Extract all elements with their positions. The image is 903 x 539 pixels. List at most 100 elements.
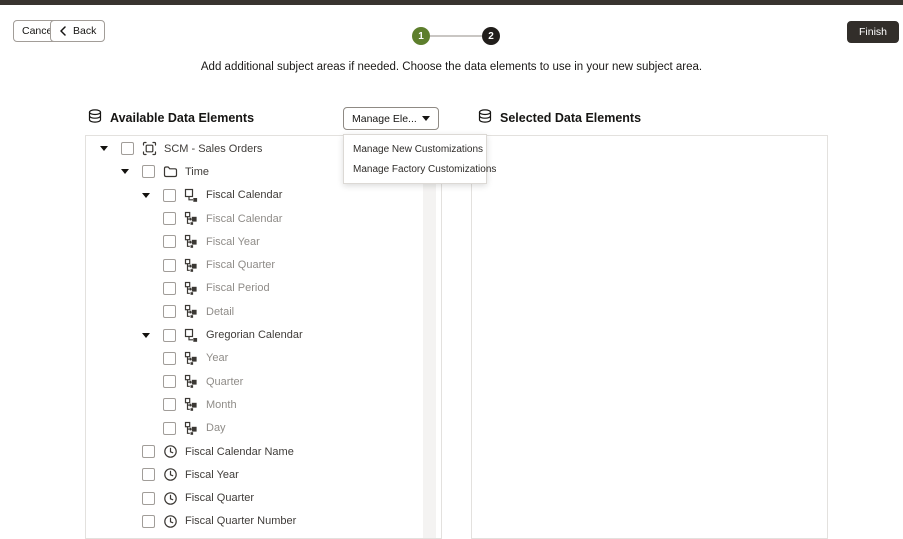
tree-row[interactable]: Fiscal Quarter	[86, 253, 421, 276]
level-icon	[184, 421, 199, 436]
tree-node-label: Quarter	[206, 376, 243, 388]
checkbox[interactable]	[163, 282, 176, 295]
folder-icon	[163, 164, 178, 179]
dimension-icon	[184, 328, 199, 343]
tree-row[interactable]: Fiscal Year	[86, 230, 421, 253]
tree-node-label: Fiscal Calendar Name	[185, 446, 294, 458]
checkbox[interactable]	[163, 259, 176, 272]
caret-down-glyph	[121, 169, 129, 174]
tree-node-label: Fiscal Period	[206, 282, 270, 294]
tree-row[interactable]: Fiscal Year	[86, 463, 421, 486]
checkbox[interactable]	[163, 235, 176, 248]
vertical-scrollbar[interactable]	[423, 137, 436, 538]
available-panel-header: Available Data Elements	[87, 108, 254, 127]
caret-down-glyph	[142, 333, 150, 338]
level-icon	[184, 397, 199, 412]
chevron-down-icon	[422, 116, 430, 121]
tree-row[interactable]: Gregorian Calendar	[86, 323, 421, 346]
chevron-left-icon	[59, 26, 67, 36]
tree-row[interactable]	[86, 533, 421, 539]
checkbox[interactable]	[142, 492, 155, 505]
level-icon	[184, 258, 199, 273]
available-panel-title: Available Data Elements	[110, 111, 254, 125]
clock-icon	[163, 491, 178, 506]
caret-down-glyph	[142, 193, 150, 198]
level-icon	[184, 351, 199, 366]
level-icon	[184, 304, 199, 319]
tree-row[interactable]: Detail	[86, 300, 421, 323]
selected-panel-header: Selected Data Elements	[477, 108, 641, 127]
manage-elements-dropdown-button[interactable]: Manage Ele...	[343, 107, 439, 130]
step-indicator: 12	[412, 27, 500, 45]
selected-panel-title: Selected Data Elements	[500, 111, 641, 125]
tree-row[interactable]: Fiscal Calendar	[86, 207, 421, 230]
tree-row[interactable]: Fiscal Quarter	[86, 486, 421, 509]
checkbox[interactable]	[121, 142, 134, 155]
top-accent-bar	[0, 0, 903, 5]
database-icon	[477, 108, 493, 127]
menu-item-manage-new-customizations[interactable]: Manage New Customizations	[344, 139, 486, 159]
menu-item-manage-factory-customizations[interactable]: Manage Factory Customizations	[344, 159, 486, 179]
step-connector	[430, 35, 482, 37]
tree-node-label: Fiscal Calendar	[206, 213, 282, 225]
tree-node-label: SCM - Sales Orders	[164, 143, 262, 155]
step-2-indicator[interactable]: 2	[482, 27, 500, 45]
clock-icon	[163, 444, 178, 459]
back-button[interactable]: Back	[50, 20, 105, 42]
level-icon	[184, 374, 199, 389]
tree-node-label: Fiscal Year	[206, 236, 260, 248]
data-elements-tree: SCM - Sales Orders Time Fiscal Calendar …	[86, 137, 421, 539]
tree-row[interactable]: Month	[86, 393, 421, 416]
tree-row[interactable]: Fiscal Calendar Name	[86, 440, 421, 463]
database-icon	[87, 108, 103, 127]
level-icon	[184, 211, 199, 226]
finish-button[interactable]: Finish	[847, 21, 899, 43]
checkbox[interactable]	[142, 468, 155, 481]
level-icon	[184, 281, 199, 296]
caret-down-glyph	[100, 146, 108, 151]
instruction-text: Add additional subject areas if needed. …	[0, 61, 903, 73]
subject-area-icon	[142, 141, 157, 156]
tree-node-label: Fiscal Quarter	[185, 492, 254, 504]
expand-caret-icon[interactable]	[121, 169, 142, 174]
checkbox[interactable]	[163, 189, 176, 202]
tree-node-label: Time	[185, 166, 209, 178]
manage-elements-menu: Manage New CustomizationsManage Factory …	[343, 134, 487, 184]
tree-node-label: Fiscal Quarter Number	[185, 515, 296, 527]
checkbox[interactable]	[142, 445, 155, 458]
tree-node-label: Month	[206, 399, 237, 411]
tree-node-label: Year	[206, 352, 228, 364]
tree-node-label: Gregorian Calendar	[206, 329, 303, 341]
tree-node-label: Fiscal Year	[185, 469, 239, 481]
tree-node-label: Fiscal Quarter	[206, 259, 275, 271]
clock-icon	[163, 467, 178, 482]
level-icon	[184, 234, 199, 249]
dimension-icon	[184, 188, 199, 203]
step-1-indicator[interactable]: 1	[412, 27, 430, 45]
checkbox[interactable]	[163, 305, 176, 318]
expand-caret-icon[interactable]	[142, 333, 163, 338]
checkbox[interactable]	[163, 422, 176, 435]
checkbox[interactable]	[163, 212, 176, 225]
tree-row[interactable]: Fiscal Calendar	[86, 184, 421, 207]
checkbox[interactable]	[142, 165, 155, 178]
tree-row[interactable]: Quarter	[86, 370, 421, 393]
tree-node-label: Fiscal Calendar	[206, 189, 282, 201]
expand-caret-icon[interactable]	[100, 146, 121, 151]
tree-row[interactable]: Day	[86, 417, 421, 440]
expand-caret-icon[interactable]	[142, 193, 163, 198]
checkbox[interactable]	[163, 375, 176, 388]
checkbox[interactable]	[163, 398, 176, 411]
checkbox[interactable]	[163, 352, 176, 365]
tree-row[interactable]: Fiscal Period	[86, 277, 421, 300]
tree-row[interactable]: Year	[86, 347, 421, 370]
checkbox[interactable]	[142, 515, 155, 528]
available-data-elements-panel: SCM - Sales Orders Time Fiscal Calendar …	[85, 135, 442, 539]
checkbox[interactable]	[163, 329, 176, 342]
manage-elements-button-label: Manage Ele...	[352, 113, 417, 125]
selected-data-elements-panel	[471, 135, 828, 539]
tree-node-label: Day	[206, 422, 226, 434]
clock-icon	[163, 514, 178, 529]
tree-row[interactable]: Fiscal Quarter Number	[86, 510, 421, 533]
back-button-label: Back	[73, 25, 96, 37]
